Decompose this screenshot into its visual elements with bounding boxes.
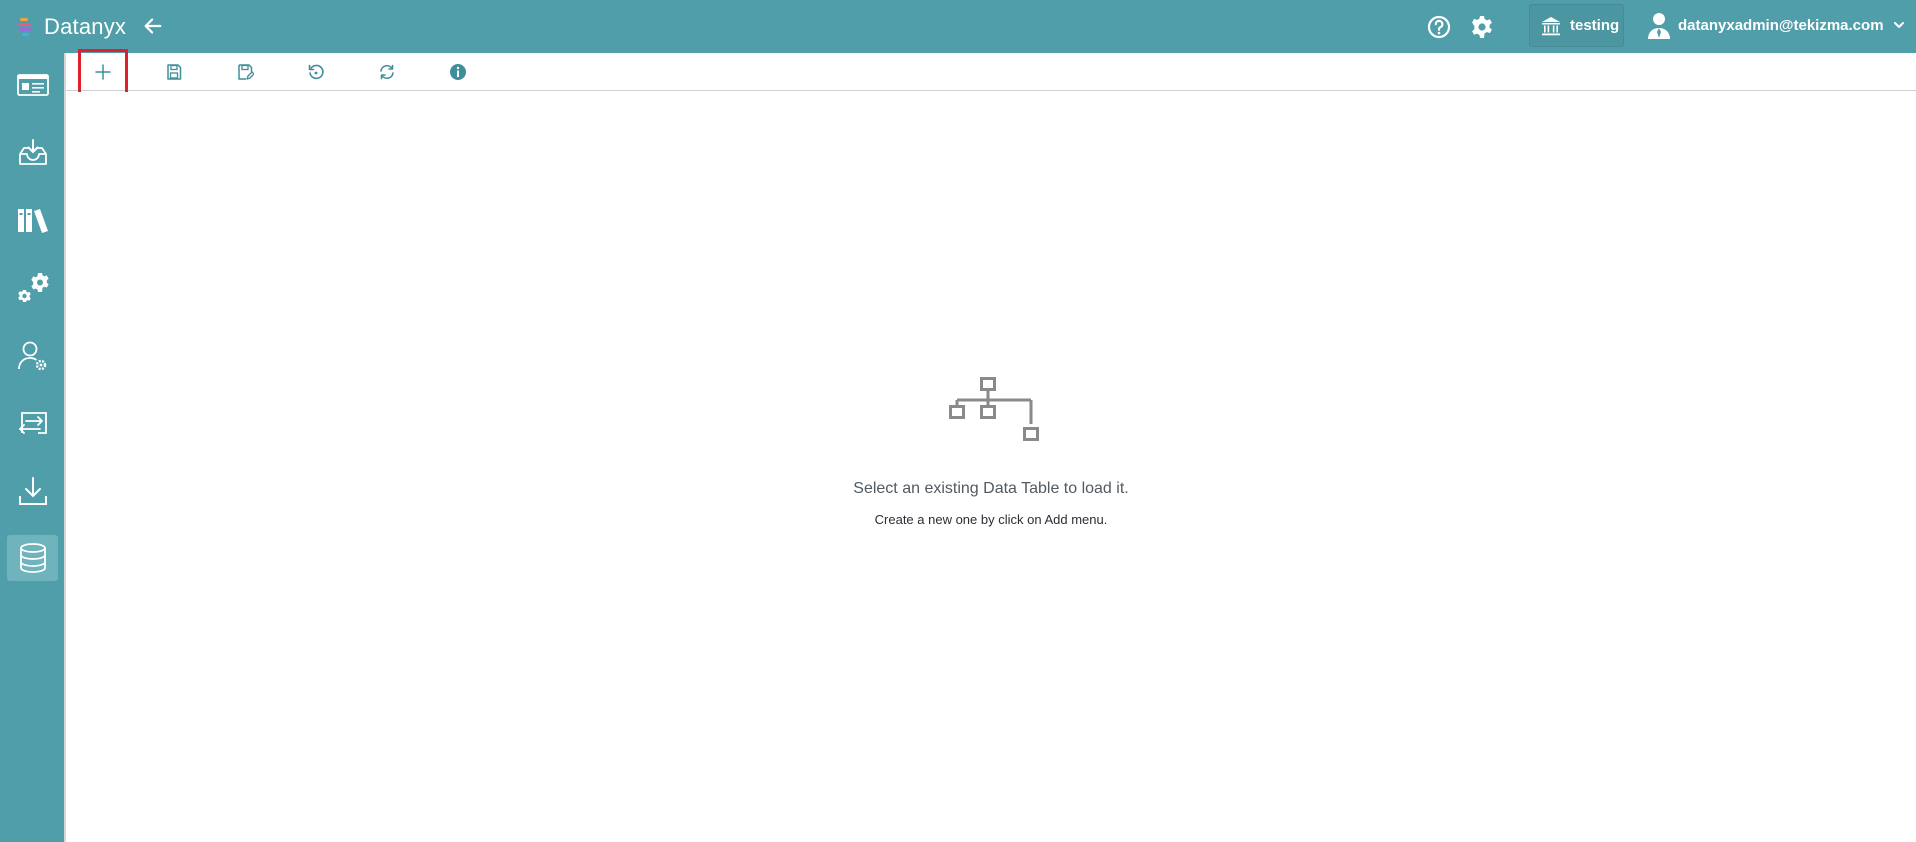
main-content: Select an existing Data Table to load it… bbox=[66, 92, 1916, 842]
refresh-icon bbox=[380, 64, 394, 80]
top-header: Datanyx testing datanyxadmin@tekizma.com bbox=[0, 0, 1916, 53]
sidebar bbox=[0, 53, 66, 842]
save-as-icon bbox=[238, 64, 254, 80]
add-icon bbox=[95, 64, 111, 80]
library-books-icon bbox=[17, 209, 48, 233]
help-circle-icon[interactable] bbox=[1426, 14, 1452, 40]
datanyx-logo-icon bbox=[17, 18, 31, 36]
empty-state-title: Select an existing Data Table to load it… bbox=[853, 480, 1129, 497]
user-email: datanyxadmin@tekizma.com bbox=[1678, 16, 1884, 34]
sidebar-item-settings[interactable] bbox=[7, 265, 58, 311]
dashboard-card-icon bbox=[16, 74, 49, 96]
empty-state-subtitle: Create a new one by click on Add menu. bbox=[874, 512, 1108, 527]
bank-building-icon bbox=[1542, 16, 1560, 35]
save-button[interactable] bbox=[150, 53, 198, 91]
reset-icon bbox=[308, 64, 324, 80]
user-avatar-icon bbox=[1648, 13, 1670, 39]
gears-icon bbox=[17, 273, 49, 302]
gear-icon[interactable] bbox=[1469, 14, 1495, 40]
database-icon bbox=[19, 543, 46, 573]
sidebar-item-transfer[interactable] bbox=[7, 401, 58, 447]
user-settings-icon bbox=[17, 341, 46, 371]
add-button[interactable] bbox=[78, 49, 128, 95]
brand-name: Datanyx bbox=[44, 14, 127, 39]
transfer-arrows-icon bbox=[18, 412, 47, 434]
download-icon bbox=[18, 477, 47, 505]
hierarchy-diagram-icon bbox=[949, 377, 1039, 441]
sidebar-item-library[interactable] bbox=[7, 197, 58, 243]
arrow-left-icon[interactable] bbox=[142, 15, 164, 37]
sidebar-item-database[interactable] bbox=[7, 535, 58, 581]
tenant-selector[interactable]: testing bbox=[1529, 4, 1624, 47]
save-icon bbox=[167, 64, 182, 80]
toolbar bbox=[66, 49, 1916, 95]
sidebar-item-user-settings[interactable] bbox=[7, 333, 58, 379]
reset-button[interactable] bbox=[292, 53, 340, 91]
info-button[interactable] bbox=[434, 53, 482, 91]
sidebar-item-download[interactable] bbox=[7, 468, 58, 514]
user-menu[interactable]: datanyxadmin@tekizma.com bbox=[1646, 8, 1906, 42]
inbox-download-icon bbox=[18, 139, 47, 165]
chevron-down-icon bbox=[1893, 22, 1904, 28]
brand[interactable]: Datanyx bbox=[14, 13, 126, 41]
info-icon bbox=[450, 64, 466, 80]
sidebar-item-inbox[interactable] bbox=[7, 130, 58, 176]
refresh-button[interactable] bbox=[363, 53, 411, 91]
sidebar-item-dashboard[interactable] bbox=[7, 62, 58, 108]
save-as-button[interactable] bbox=[221, 53, 269, 91]
tenant-name: testing bbox=[1570, 17, 1620, 34]
